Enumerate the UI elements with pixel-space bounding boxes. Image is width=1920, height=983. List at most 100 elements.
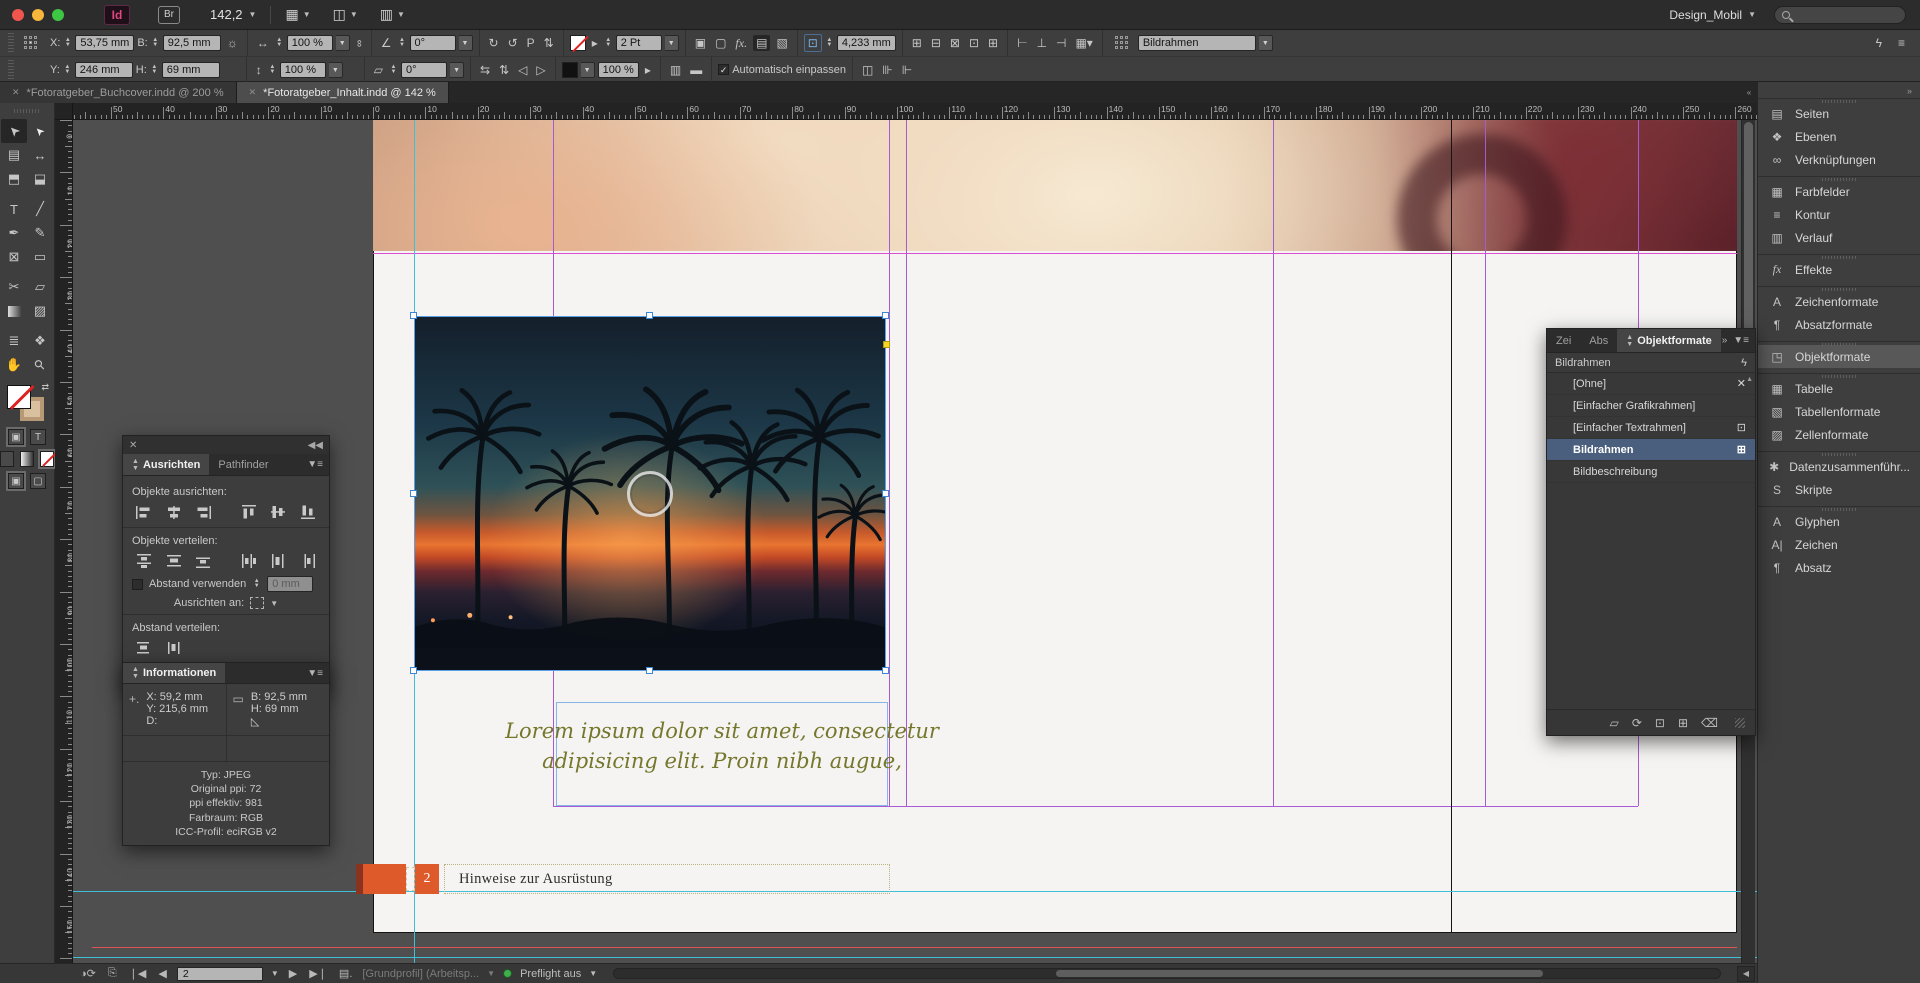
clear-overrides-icon[interactable]: ⟳ xyxy=(1632,716,1642,730)
document-tab[interactable]: ✕ *Fotoratgeber_Inhalt.indd @ 142 % xyxy=(237,82,449,103)
selection-tool[interactable]: ➤ xyxy=(1,119,27,143)
note-tool[interactable]: ≣ xyxy=(1,329,27,353)
bleed-guide[interactable] xyxy=(92,947,1737,948)
gutter-icon[interactable]: ⊪ xyxy=(879,62,895,78)
fill-color-swatch[interactable] xyxy=(562,62,578,78)
rectangle-tool[interactable]: ▭ xyxy=(27,245,53,269)
column-guide[interactable] xyxy=(1485,120,1486,806)
preview-button[interactable]: ▢ xyxy=(30,473,46,489)
chevron-down-icon[interactable]: ▼ xyxy=(589,969,597,978)
dock-item[interactable]: AZeichenformate xyxy=(1758,290,1920,313)
width-stepper[interactable]: ▲▼ xyxy=(151,38,160,48)
rotation-field[interactable]: 0° xyxy=(410,35,456,51)
selection-handle-bottom-center[interactable] xyxy=(646,667,653,674)
scissors-tool[interactable]: ✂ xyxy=(1,275,27,299)
align-left-edges-button[interactable] xyxy=(132,503,156,521)
page-dropdown-icon[interactable]: ▼ xyxy=(271,969,279,978)
collapse-panel-icon[interactable]: ◀◀ xyxy=(308,440,323,451)
tab-info[interactable]: ▲▼Informationen xyxy=(123,663,225,683)
fit-proportional-icon[interactable]: ⊡ xyxy=(966,35,982,51)
dock-item[interactable]: ◳Objektformate xyxy=(1758,345,1920,368)
wrap-offset-field[interactable]: 4,233 mm xyxy=(837,35,896,51)
scroll-up-icon[interactable]: ▲ xyxy=(1746,376,1753,383)
object-style-row[interactable]: Bildrahmen ⊞ xyxy=(1547,439,1755,461)
text-wrap-none-icon[interactable]: ▤ xyxy=(753,35,770,51)
vertical-scrollbar-thumb[interactable] xyxy=(1744,122,1753,352)
panel-grip[interactable] xyxy=(8,33,14,53)
fill-swatch-none[interactable] xyxy=(7,385,31,409)
close-panel-icon[interactable]: ✕ xyxy=(129,440,137,451)
delete-style-icon[interactable]: ⌫ xyxy=(1701,716,1718,730)
opacity-flyout-icon[interactable]: ▸ xyxy=(642,62,654,78)
chevron-down-icon[interactable]: ▼ xyxy=(270,599,278,608)
content-placer-tool[interactable]: ⬓ xyxy=(27,167,53,191)
dock-item[interactable]: A|Zeichen xyxy=(1758,533,1920,556)
tab-paragraph-styles-partial[interactable]: Abs xyxy=(1580,329,1617,352)
next-page-icon[interactable]: ▶ xyxy=(287,967,299,980)
dock-item[interactable]: ¶Absatzformate xyxy=(1758,313,1920,336)
selection-handle-top-left[interactable] xyxy=(410,312,417,319)
bridge-button[interactable]: Br xyxy=(158,6,180,24)
flip-structure-icon[interactable]: ⇅ xyxy=(541,35,557,51)
arrange-documents-button[interactable]: ▥▼ xyxy=(380,6,405,23)
drop-shadow-icon[interactable]: ▢ xyxy=(712,35,729,51)
spacing-stepper[interactable]: ▲▼ xyxy=(252,579,261,589)
align-horizontal-centers-button[interactable] xyxy=(162,503,186,521)
expand-panel-icon[interactable]: » xyxy=(1722,335,1728,346)
swap-fill-stroke-icon[interactable]: ⇄ xyxy=(41,382,49,393)
spacing-field[interactable]: 0 mm xyxy=(267,576,313,592)
header-photo-frame[interactable] xyxy=(373,120,1737,251)
scale-x-field[interactable]: 100 % xyxy=(287,35,333,51)
scroll-left-arrow[interactable]: ◀ xyxy=(1737,966,1755,982)
normal-view-button[interactable]: ▣ xyxy=(8,473,24,489)
flip-vertical-icon[interactable]: ⇅ xyxy=(496,62,512,78)
horizontal-ruler[interactable]: 5040302010010203040506070809010011012013… xyxy=(73,103,1757,120)
margin-guide-horizontal[interactable] xyxy=(373,253,1737,254)
zoom-tool[interactable]: ⚲ xyxy=(27,353,53,377)
dock-item[interactable]: ▦Tabelle xyxy=(1758,377,1920,400)
scale-y-dropdown[interactable]: ▼ xyxy=(329,62,343,78)
shear-stepper[interactable]: ▲▼ xyxy=(389,65,398,75)
direct-selection-tool[interactable]: ➤ xyxy=(27,119,53,143)
selection-handle-middle-right[interactable] xyxy=(882,490,889,497)
select-content-icon[interactable]: ▷ xyxy=(533,62,548,78)
distribute-left-edges-button[interactable] xyxy=(237,552,261,570)
footer-page-number[interactable]: 2 xyxy=(415,864,439,894)
search-input[interactable] xyxy=(1774,6,1906,24)
dock-item[interactable]: ¶Absatz xyxy=(1758,556,1920,579)
scale-y-field[interactable]: 100 % xyxy=(280,62,326,78)
distribute-bottom-edges-button[interactable] xyxy=(191,552,215,570)
zoom-window-button[interactable] xyxy=(52,9,64,21)
autofit-checkbox[interactable]: ✓ xyxy=(718,64,729,75)
fit-content-icon[interactable]: ⊟ xyxy=(928,35,944,51)
object-style-row[interactable]: Bildbeschreibung xyxy=(1547,461,1755,483)
height-stepper[interactable]: ▲▼ xyxy=(150,65,159,75)
overprint-icon[interactable]: ▥ xyxy=(667,62,684,78)
preflight-doc-icon[interactable]: ▤. xyxy=(337,967,354,980)
distribute-top-edges-button[interactable] xyxy=(132,552,156,570)
free-transform-tool[interactable]: ▱ xyxy=(27,275,53,299)
rotate-cw-icon[interactable]: ↻ xyxy=(486,35,502,51)
wrap-offset-stepper[interactable]: ▲▼ xyxy=(825,38,834,48)
object-style-row[interactable]: [Ohne] ✕ xyxy=(1547,373,1755,395)
dock-item[interactable]: ▤Seiten xyxy=(1758,102,1920,125)
align-left-icon[interactable]: ⊢ xyxy=(1014,35,1030,51)
dock-item[interactable]: AGlyphen xyxy=(1758,510,1920,533)
close-tab-icon[interactable]: ✕ xyxy=(12,87,20,98)
dock-item[interactable]: fxEffekte xyxy=(1758,258,1920,281)
gap-tool[interactable]: ↔ xyxy=(27,143,53,167)
dock-item[interactable]: SSkripte xyxy=(1758,478,1920,501)
panel-grip[interactable] xyxy=(14,109,40,113)
document-tab[interactable]: ✕ *Fotoratgeber_Buchcover.indd @ 200 % xyxy=(0,82,237,103)
horizontal-scrollbar[interactable] xyxy=(613,968,1721,979)
reference-point-proxy[interactable] xyxy=(24,36,38,50)
align-right-edges-button[interactable] xyxy=(191,503,215,521)
view-options-button[interactable]: ▦▼ xyxy=(285,6,310,23)
dock-item[interactable]: ▨Zellenformate xyxy=(1758,423,1920,446)
tab-object-styles[interactable]: ▲▼Objektformate xyxy=(1617,329,1721,352)
effects-fx-icon[interactable]: fx. xyxy=(732,35,750,51)
zoom-level-dropdown[interactable]: 142,2 ▼ xyxy=(210,7,256,22)
screen-mode-button[interactable]: ◫▼ xyxy=(333,6,358,23)
distribute-icon[interactable]: ▦▾ xyxy=(1072,35,1095,51)
selection-handle-top-center[interactable] xyxy=(646,312,653,319)
